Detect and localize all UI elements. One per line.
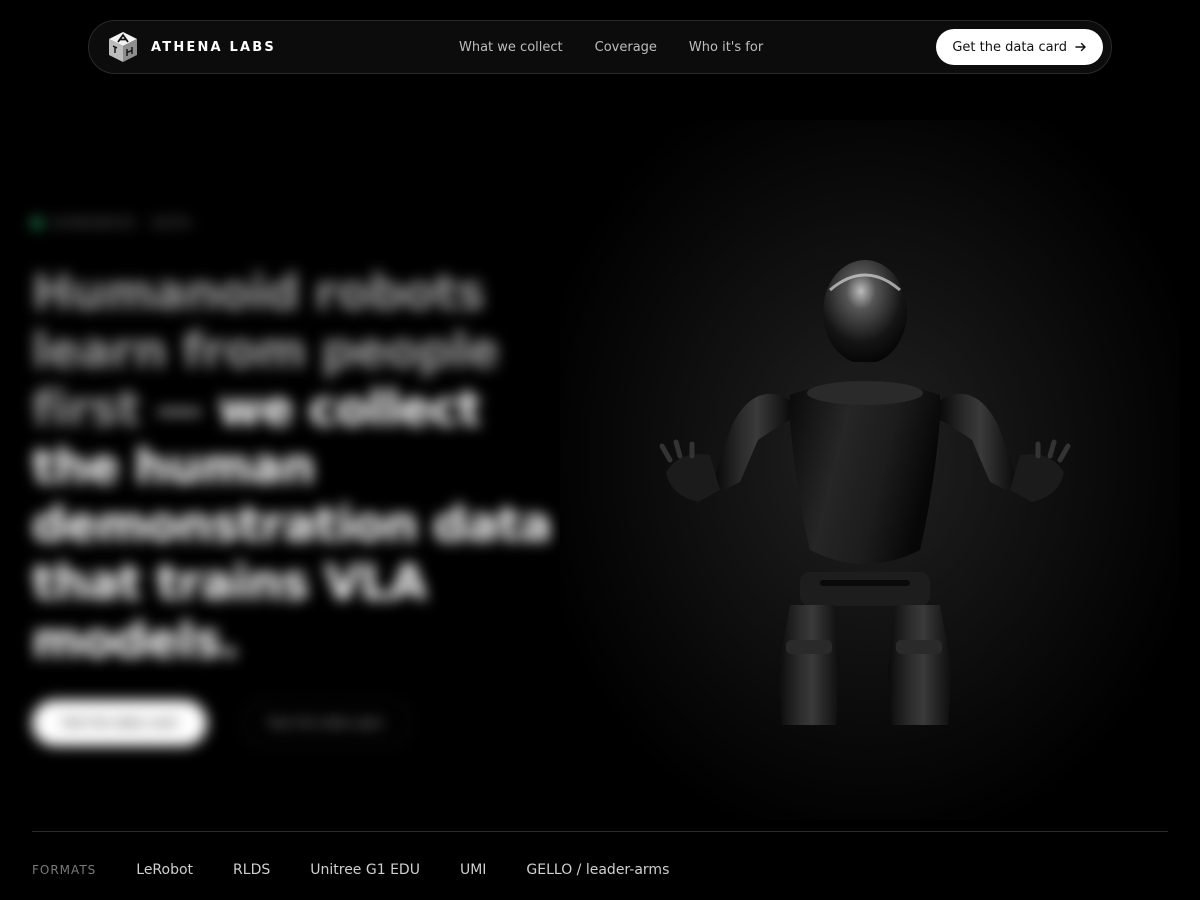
brand-name: ATHENA LABS (151, 39, 276, 55)
nav-links: What we collect Coverage Who it's for (459, 21, 763, 73)
top-nav: ATHENA LABS What we collect Coverage Who… (88, 20, 1112, 74)
hero-actions: Get the data card See the data spec (32, 700, 572, 746)
brand[interactable]: ATHENA LABS (105, 29, 276, 65)
hero-secondary-button[interactable]: See the data spec (242, 700, 411, 746)
format-umi: UMI (459, 862, 487, 878)
format-gello-leader-arms: GELLO / leader-arms (526, 862, 670, 878)
hero-primary-button[interactable]: Get the data card (32, 700, 207, 746)
get-data-card-button[interactable]: Get the data card (936, 29, 1103, 65)
formats-label: FORMATS (32, 863, 97, 877)
format-lerobot: LeRobot (136, 862, 194, 878)
get-data-card-label: Get the data card (952, 39, 1067, 55)
arrow-right-icon (1075, 42, 1086, 52)
formats-strip: FORMATS LeRobot RLDS Unitree G1 EDU UMI … (32, 862, 709, 878)
nav-link-who-its-for[interactable]: Who it's for (689, 40, 763, 55)
humanoid-robot-image (659, 260, 1071, 725)
eyebrow-text: HUMANOID · DATA (52, 216, 192, 230)
hero-headline: Humanoid robots learn from people first … (32, 264, 572, 670)
hero-copy: HUMANOID · DATA Humanoid robots learn fr… (32, 200, 572, 746)
nav-link-what-we-collect[interactable]: What we collect (459, 40, 563, 55)
format-unitree-g1-edu: Unitree G1 EDU (310, 862, 420, 878)
cube-logo-icon (109, 32, 137, 62)
nav-link-coverage[interactable]: Coverage (595, 40, 657, 55)
format-rlds: RLDS (233, 862, 271, 878)
status-dot-icon (32, 218, 42, 228)
section-divider (32, 831, 1168, 832)
eyebrow: HUMANOID · DATA (32, 216, 572, 230)
